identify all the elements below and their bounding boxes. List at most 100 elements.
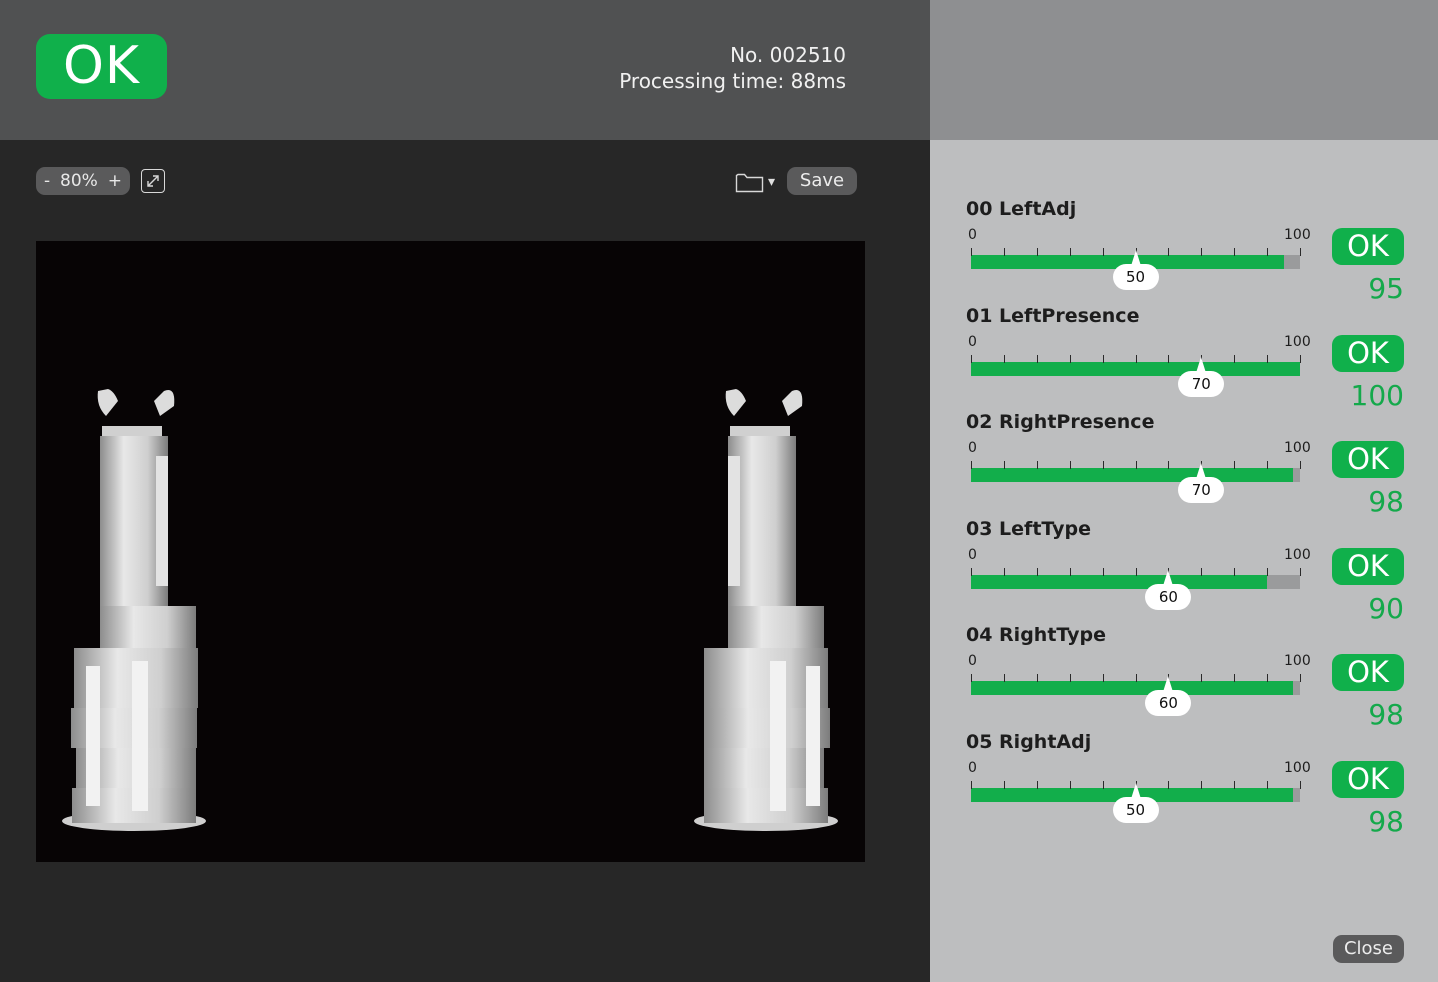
inspection-number: No. 002510 xyxy=(730,43,846,67)
result-score: 98 xyxy=(1368,805,1404,838)
result-item-title: 04 RightType xyxy=(966,624,1106,647)
tick-mark xyxy=(1135,354,1137,363)
tick-mark xyxy=(1069,248,1071,256)
threshold-marker[interactable]: 60 xyxy=(1145,676,1192,717)
tick-mark xyxy=(1102,354,1104,363)
tick-mark xyxy=(1201,781,1203,789)
result-status-badge: OK xyxy=(1332,441,1404,479)
zoom-out-button[interactable]: - xyxy=(44,167,50,195)
tick-mark xyxy=(1003,781,1005,789)
result-item-title: 05 RightAdj xyxy=(966,731,1092,753)
scale-max-label: 100 xyxy=(1284,546,1311,563)
result-score: 98 xyxy=(1368,698,1404,732)
zoom-level: 80% xyxy=(60,171,98,191)
processing-time-label: Processing time: xyxy=(619,69,785,93)
tick-mark xyxy=(1135,567,1137,576)
tick-mark xyxy=(1234,567,1236,576)
result-score: 95 xyxy=(1368,272,1404,305)
tick-mark xyxy=(1135,674,1137,683)
tick-mark xyxy=(1267,781,1269,789)
tick-mark xyxy=(1267,354,1269,363)
camera-image xyxy=(62,389,838,831)
right-part xyxy=(694,389,838,831)
tick-mark xyxy=(971,248,972,256)
tick-mark xyxy=(1036,674,1038,683)
folder-icon xyxy=(735,173,764,193)
tick-mark xyxy=(1102,567,1104,576)
tick-mark xyxy=(1036,461,1038,470)
save-button[interactable]: Save xyxy=(787,167,857,195)
threshold-marker[interactable]: 70 xyxy=(1178,356,1225,397)
result-item: 00 LeftAdj 0 100 50 OK 95 xyxy=(930,198,1438,304)
tick-mark xyxy=(1069,567,1071,576)
result-item-title: 02 RightPresence xyxy=(966,411,1155,434)
tick-mark xyxy=(1003,567,1005,576)
chevron-down-icon: ▾ xyxy=(768,174,776,190)
zoom-control: - 80% + xyxy=(36,167,130,195)
tick-mark xyxy=(1168,354,1170,363)
scale-max-label: 100 xyxy=(1284,653,1311,670)
threshold-marker[interactable]: 50 xyxy=(1112,250,1159,290)
tick-mark xyxy=(1003,248,1005,256)
result-item-title: 01 LeftPresence xyxy=(966,304,1140,327)
tick-mark xyxy=(1201,248,1203,256)
result-item: 04 RightType 0 100 60 OK 98 xyxy=(930,624,1438,730)
scale-max-label: 100 xyxy=(1284,333,1311,350)
fullscreen-button[interactable] xyxy=(141,169,165,193)
threshold-marker[interactable]: 60 xyxy=(1145,569,1192,610)
results-panel: 00 LeftAdj 0 100 50 OK 95 01 LeftPresence 0 100 7… xyxy=(930,140,1438,982)
tick-mark xyxy=(1168,781,1170,789)
result-score: 100 xyxy=(1350,378,1404,412)
tick-mark xyxy=(1234,781,1236,789)
tick-mark xyxy=(1102,248,1104,256)
tick-mark xyxy=(1300,248,1301,256)
threshold-marker[interactable]: 50 xyxy=(1112,783,1159,823)
expand-icon xyxy=(147,175,159,187)
result-status-badge: OK xyxy=(1332,547,1404,585)
result-item-title: 00 LeftAdj xyxy=(966,198,1077,220)
inspection-image xyxy=(36,241,865,862)
tick-mark xyxy=(1168,248,1170,256)
tick-mark xyxy=(1267,461,1269,470)
zoom-in-button[interactable]: + xyxy=(108,167,122,195)
tick-mark xyxy=(1168,461,1170,470)
score-bar-ticks xyxy=(971,674,1301,683)
tick-mark xyxy=(1201,567,1203,576)
result-item: 03 LeftType 0 100 60 OK 90 xyxy=(930,518,1438,624)
score-bar-fill xyxy=(971,574,1268,589)
tick-mark xyxy=(1300,781,1301,789)
tick-mark xyxy=(1003,674,1005,683)
score-bar-ticks xyxy=(971,461,1301,470)
result-header: OK No. 002510 Processing time: 88ms xyxy=(0,0,930,140)
result-item: 05 RightAdj 0 100 50 OK 98 xyxy=(930,731,1438,837)
overall-status-badge: OK xyxy=(36,34,167,99)
scale-min-label: 0 xyxy=(968,333,977,350)
app-root: OK No. 002510 Processing time: 88ms - 80… xyxy=(0,0,1438,982)
result-score: 98 xyxy=(1368,485,1404,519)
processing-time-row: Processing time: 88ms xyxy=(619,68,846,94)
threshold-marker[interactable]: 70 xyxy=(1178,463,1225,504)
tick-mark xyxy=(1102,674,1104,683)
inspection-info: No. 002510 Processing time: 88ms xyxy=(619,42,846,94)
tick-mark xyxy=(971,354,972,363)
tick-mark xyxy=(1003,461,1005,470)
tick-mark xyxy=(1069,461,1071,470)
tick-mark xyxy=(1036,567,1038,576)
left-part xyxy=(62,389,206,831)
tick-mark xyxy=(1036,781,1038,789)
tick-mark xyxy=(1036,248,1038,256)
right-header xyxy=(930,0,1438,140)
tick-mark xyxy=(971,674,972,683)
result-status-badge: OK xyxy=(1332,334,1404,372)
tick-mark xyxy=(1234,461,1236,470)
tick-mark xyxy=(1069,354,1071,363)
folder-dropdown[interactable]: ▾ xyxy=(735,170,781,194)
result-status-badge: OK xyxy=(1332,654,1404,692)
tick-mark xyxy=(1300,567,1301,576)
scale-max-label: 100 xyxy=(1284,760,1311,776)
result-status-badge: OK xyxy=(1332,761,1404,798)
result-item: 02 RightPresence 0 100 70 OK 98 xyxy=(930,411,1438,517)
tick-mark xyxy=(1267,674,1269,683)
close-button[interactable]: Close xyxy=(1333,935,1404,963)
image-viewer: - 80% + ▾ Save xyxy=(0,140,930,982)
